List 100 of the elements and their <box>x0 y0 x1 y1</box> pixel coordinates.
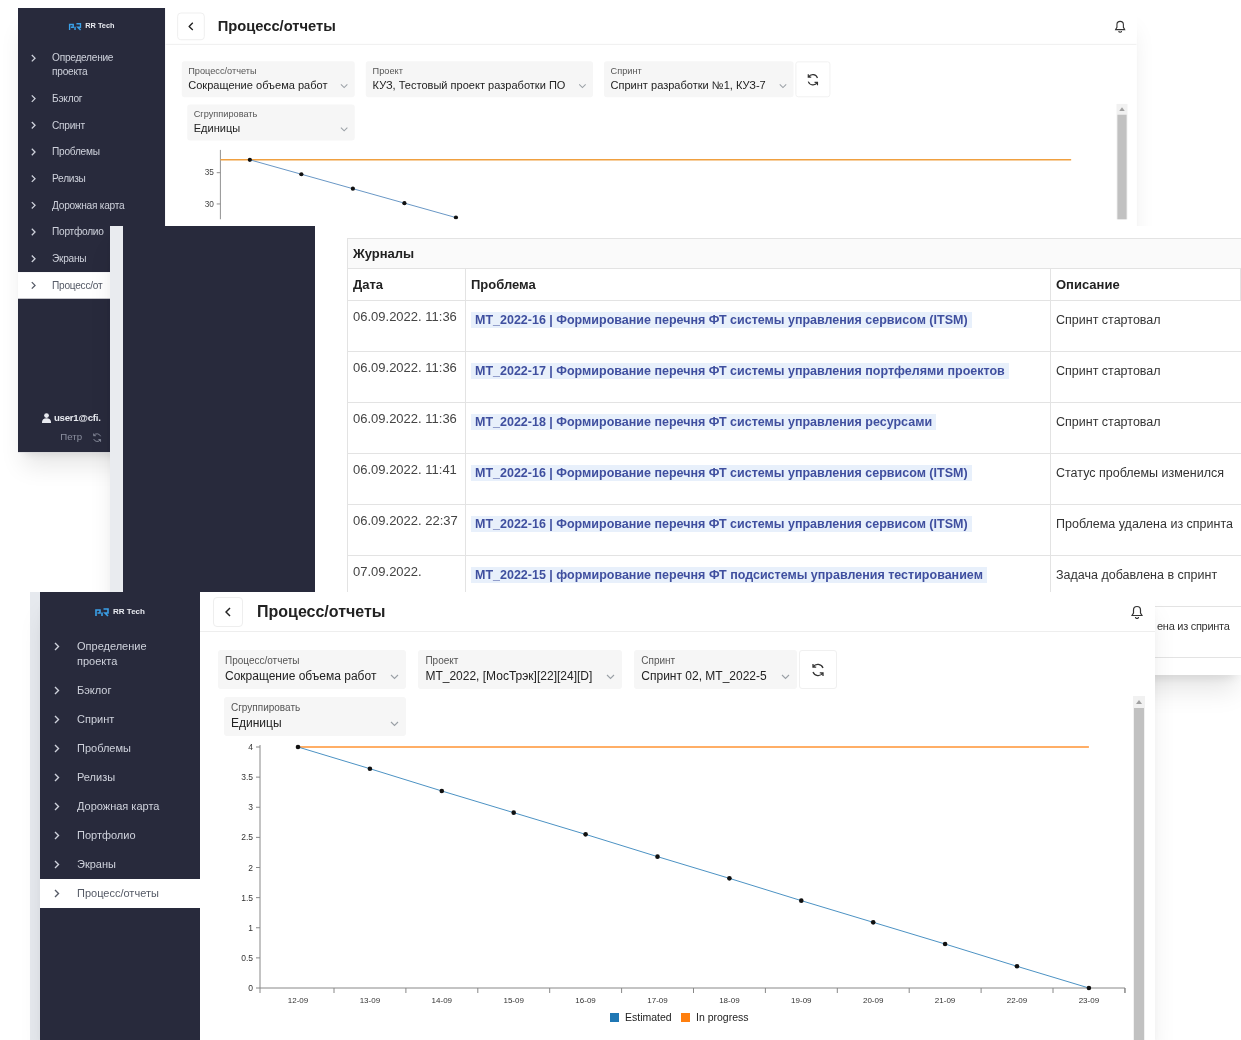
tick-mark <box>216 203 221 205</box>
dropdown-field[interactable]: Спринт Спринт 02, MT_2022-5 <box>634 650 797 689</box>
dropdown-field[interactable]: Сгруппировать Единицы <box>187 104 355 141</box>
chevron-down-icon <box>606 674 616 680</box>
axis-label: 22-09 <box>1006 996 1028 1005</box>
refresh-button[interactable] <box>798 650 837 689</box>
axis-label: 2.5 <box>241 832 253 843</box>
refresh-icon <box>91 432 103 444</box>
column-header: Проблема <box>466 269 1051 300</box>
data-point <box>299 172 304 177</box>
sidebar-item[interactable]: Дорожная карта <box>18 192 125 219</box>
tick-mark <box>216 172 221 174</box>
issue-link[interactable]: MT_2022-18 | Формирование перечня ФТ системы управления ресурсами <box>471 414 937 430</box>
date-cell-text: 07.09.2022. <box>353 563 423 581</box>
sidebar-item[interactable]: Портфолио <box>40 821 200 850</box>
sidebar-item[interactable]: Дорожная карта <box>40 792 200 821</box>
axis-label: 35 <box>204 168 214 178</box>
sidebar-item[interactable]: Проблемы <box>40 734 200 763</box>
axis-label: 0 <box>248 983 253 993</box>
data-point <box>583 832 588 837</box>
data-point <box>1014 964 1020 969</box>
chevron-right-icon <box>30 174 37 183</box>
chevron-down-icon <box>390 674 400 680</box>
chevron-right-icon <box>30 94 37 103</box>
chevron-right-icon <box>54 715 60 724</box>
dropdown-field[interactable]: Сгруппировать Единицы <box>224 697 406 736</box>
issue-link[interactable]: MT_2022-16 | Формирование перечня ФТ системы управления сервисом (ITSM) <box>471 465 972 481</box>
dropdown-field[interactable]: Проект MT_2022, [МосТрэк][22][24][D] <box>418 650 623 689</box>
column-header: Описание <box>1051 269 1241 300</box>
data-point <box>727 876 732 881</box>
chevron-right-icon <box>30 54 37 63</box>
sidebar-item[interactable]: Экраны <box>18 245 87 273</box>
date-cell-text: 06.09.2022. 11:36 <box>353 359 458 377</box>
data-point <box>453 215 459 220</box>
issue-link[interactable]: MT_2022-16 | Формирование перечня ФТ системы управления сервисом (ITSM) <box>471 312 972 328</box>
scrollbar[interactable] <box>1116 103 1128 220</box>
chevron-right-icon <box>54 889 60 898</box>
data-point <box>799 898 804 903</box>
back-button[interactable] <box>213 596 243 627</box>
sidebar-item[interactable]: Бэклог <box>18 85 83 112</box>
dropdown-field[interactable]: Спринт Спринт разработки №1, КУЗ-7 <box>604 61 794 98</box>
user-email: user1@cfi. <box>53 410 101 425</box>
sidebar-item[interactable]: Процесс/отчеты <box>40 879 200 908</box>
chevron-right-icon <box>54 831 60 840</box>
dropdown-field[interactable]: Процесс/отчеты Сокращение объема работ <box>218 650 407 689</box>
date-cell-text: 06.09.2022. 11:36 <box>353 308 458 326</box>
chevron-right-icon <box>54 860 60 869</box>
issue-link[interactable]: MT_2022-17 | Формирование перечня ФТ системы управления портфелями проектов <box>471 363 1009 379</box>
data-point <box>247 157 252 162</box>
date-cell-text: 06.09.2022. 11:41 <box>353 461 458 479</box>
description-cell: ена из спринта <box>1157 620 1230 632</box>
axis-label: 20-09 <box>862 996 884 1005</box>
sidebar-item[interactable]: Определение проекта <box>40 632 200 676</box>
data-point <box>511 810 516 815</box>
description-cell: Задача добавлена в спринт <box>1056 568 1218 582</box>
sidebar-item[interactable]: Релизы <box>18 165 86 192</box>
issue-link[interactable]: MT_2022-15 | формирование перечня ФТ подсистемы управления тестированием <box>471 567 987 583</box>
data-point <box>1086 985 1092 991</box>
data-point <box>942 941 948 947</box>
sidebar-item[interactable]: Определение проекта <box>18 44 145 86</box>
page-title: Процесс/отчеты <box>257 601 386 622</box>
scrollbar[interactable] <box>1133 696 1145 1040</box>
chevron-right-icon <box>30 281 37 290</box>
chevron-down-icon <box>778 83 787 89</box>
chevron-right-icon <box>54 773 60 782</box>
axis-label: 30 <box>204 199 214 209</box>
chevron-right-icon <box>30 147 37 157</box>
dropdown-field[interactable]: Процесс/отчеты Сокращение объема работ <box>181 61 356 98</box>
legend-label: Estimated <box>625 1011 672 1023</box>
bell-icon <box>1114 19 1126 33</box>
column-header: Дата <box>348 269 466 300</box>
description-cell: Проблема удалена из спринта <box>1056 517 1233 531</box>
sidebar-item[interactable]: Бэклог <box>40 676 200 705</box>
logo-icon <box>95 607 110 617</box>
chevron-left-icon <box>225 606 231 617</box>
chevron-down-icon <box>340 83 349 89</box>
sidebar-item[interactable]: Спринт <box>18 111 85 139</box>
axis-label: 12-09 <box>287 996 309 1005</box>
sidebar-item[interactable]: Релизы <box>40 763 200 792</box>
axis-label: 14-09 <box>431 996 453 1005</box>
data-point <box>367 766 373 771</box>
axis-label: 23-09 <box>1078 996 1100 1005</box>
axis-label: 15-09 <box>503 996 524 1005</box>
sidebar-item[interactable]: Экраны <box>40 850 200 879</box>
sidebar-item[interactable]: Портфолио <box>18 218 104 246</box>
sidebar-item[interactable]: Процесс/от <box>18 272 110 299</box>
dropdown-field[interactable]: Проект КУЗ, Тестовый проект разработки ПО <box>366 61 594 98</box>
page-title: Процесс/отчеты <box>217 16 336 36</box>
chevron-down-icon <box>780 674 790 680</box>
issue-link[interactable]: MT_2022-16 | Формирование перечня ФТ системы управления сервисом (ITSM) <box>471 516 972 532</box>
axis-label: 18-09 <box>719 996 740 1005</box>
data-point <box>870 920 876 925</box>
axis-label: 0.5 <box>241 952 253 963</box>
data-point <box>402 201 407 206</box>
chevron-down-icon <box>340 126 349 133</box>
chevron-right-icon <box>54 686 60 695</box>
sidebar-item[interactable]: Проблемы <box>18 138 100 166</box>
data-point <box>439 788 445 794</box>
table-title: Журналы <box>353 244 415 263</box>
sidebar-item[interactable]: Спринт <box>40 705 200 734</box>
